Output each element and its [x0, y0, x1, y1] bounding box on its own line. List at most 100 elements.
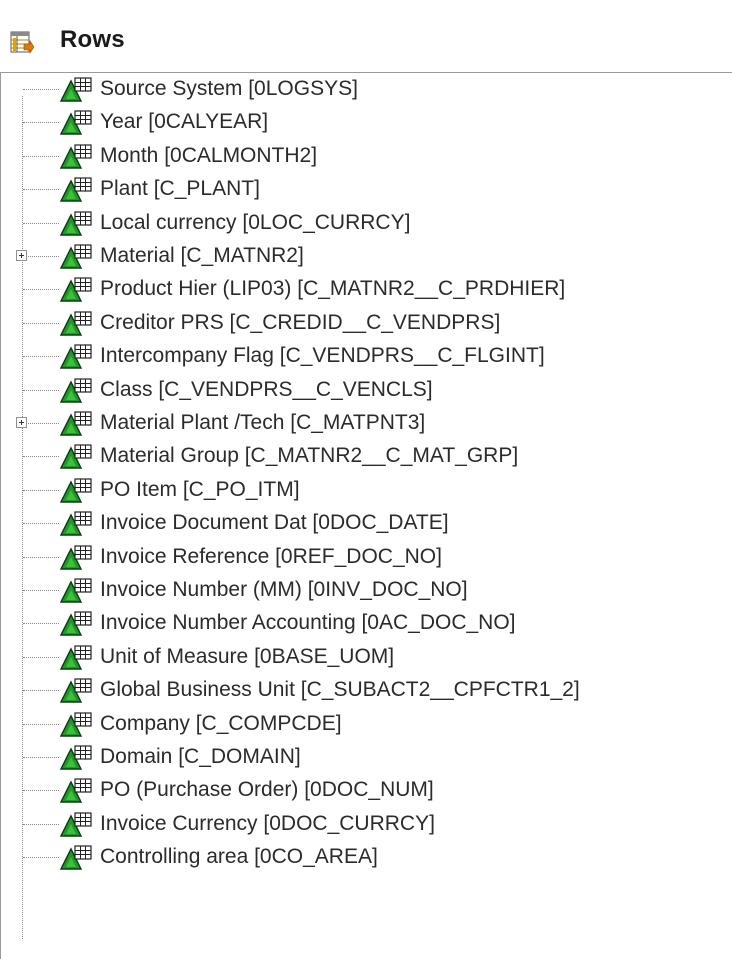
tree-connector-branch: [23, 590, 59, 591]
tree-connector-branch: [23, 757, 59, 758]
dimension-characteristic-icon: [59, 643, 95, 671]
dimension-characteristic-icon: [59, 309, 95, 337]
tree-item[interactable]: Creditor PRS [C_CREDID__C_VENDPRS]: [1, 307, 732, 340]
tree-item-label: Invoice Document Dat [0DOC_DATE]: [100, 511, 449, 535]
tree-connector-branch: [23, 623, 59, 625]
tree-item-label: Product Hier (LIP03) [C_MATNR2__C_PRDHIE…: [100, 277, 566, 301]
dimension-characteristic-icon: [59, 442, 95, 470]
rows-title: Rows: [60, 26, 125, 53]
dimension-characteristic-icon: [59, 175, 95, 203]
tree-item-label: Material [C_MATNR2]: [100, 244, 304, 267]
tree-item[interactable]: Material Group [C_MATNR2__C_MAT_GRP]: [1, 440, 732, 473]
tree-item[interactable]: Year [0CALYEAR]: [1, 106, 732, 139]
dimension-characteristic-icon: [59, 543, 95, 571]
dimension-characteristic-icon: [59, 810, 95, 838]
tree-item-label: Global Business Unit [C_SUBACT2__CPFCTR1…: [100, 678, 580, 702]
tree-item-label: Year [0CALYEAR]: [100, 110, 269, 134]
tree-connector-branch: [23, 790, 59, 792]
tree-item-label: Unit of Measure [0BASE_UOM]: [100, 644, 395, 668]
tree-item-label: Invoice Currency [0DOC_CURRCY]: [100, 811, 435, 835]
dimension-characteristic-icon: [59, 209, 95, 237]
tree-item[interactable]: Intercompany Flag [C_VENDPRS__C_FLGINT]: [1, 340, 732, 373]
dimension-characteristic-icon: [59, 108, 95, 136]
tree-item[interactable]: Unit of Measure [0BASE_UOM]: [1, 641, 732, 674]
tree-connector-branch: [23, 690, 59, 692]
dimension-characteristic-icon: [59, 275, 95, 303]
tree-connector-branch: [23, 456, 59, 458]
tree-connector-branch: [23, 823, 59, 825]
tree-item[interactable]: Source System [0LOGSYS]: [1, 73, 732, 106]
tree-item[interactable]: Invoice Reference [0REF_DOC_NO]: [1, 541, 732, 574]
tree-item[interactable]: PO (Purchase Order) [0DOC_NUM]: [1, 774, 732, 807]
expand-plus-icon[interactable]: [16, 417, 27, 428]
tree-connector-branch: [23, 489, 59, 491]
tree-item-label: Invoice Number (MM) [0INV_DOC_NO]: [100, 578, 468, 601]
dimension-characteristic-icon: [59, 576, 95, 604]
tree-item-label: PO (Purchase Order) [0DOC_NUM]: [100, 778, 434, 802]
tree-item-label: Month [0CALMONTH2]: [100, 143, 318, 167]
rows-panel: Rows Source System [0LOGSYS] Year [0CALYE…: [0, 0, 732, 959]
tree-item[interactable]: PO Item [C_PO_ITM]: [1, 474, 732, 507]
dimension-characteristic-icon: [59, 142, 95, 170]
dimension-characteristic-icon: [59, 743, 95, 771]
dimension-characteristic-icon: [59, 342, 95, 370]
tree-item-label: Invoice Number Accounting [0AC_DOC_NO]: [100, 611, 516, 635]
dimension-characteristic-icon: [59, 710, 95, 738]
tree-item-label: Domain [C_DOMAIN]: [100, 745, 301, 768]
tree-item-label: Creditor PRS [C_CREDID__C_VENDPRS]: [100, 310, 501, 334]
tree-item[interactable]: Material Plant /Tech [C_MATPNT3]: [1, 407, 732, 440]
tree-item[interactable]: Class [C_VENDPRS__C_VENCLS]: [1, 374, 732, 407]
tree-connector-branch: [23, 122, 59, 124]
dimension-characteristic-icon: [59, 242, 95, 270]
tree-item[interactable]: Company [C_COMPCDE]: [1, 708, 732, 741]
tree-item-label: Company [C_COMPCDE]: [100, 711, 342, 735]
tree-item[interactable]: Domain [C_DOMAIN]: [1, 741, 732, 774]
tree-item-label: Local currency [0LOC_CURRCY]: [100, 210, 411, 234]
tree-connector-branch: [23, 356, 59, 358]
tree-item-label: Intercompany Flag [C_VENDPRS__C_FLGINT]: [100, 344, 545, 368]
dimension-characteristic-icon: [59, 376, 95, 404]
tree-item-label: Plant [C_PLANT]: [100, 177, 260, 201]
tree-connector-branch: [23, 189, 59, 191]
tree-item-label: Source System [0LOGSYS]: [100, 77, 358, 100]
tree-item[interactable]: Local currency [0LOC_CURRCY]: [1, 207, 732, 240]
dimension-characteristic-icon: [59, 843, 95, 871]
rows-header: Rows: [0, 0, 732, 72]
tree-item[interactable]: Invoice Number (MM) [0INV_DOC_NO]: [1, 574, 732, 607]
tree-item[interactable]: Global Business Unit [C_SUBACT2__CPFCTR1…: [1, 674, 732, 707]
expand-plus-icon[interactable]: [16, 250, 27, 261]
tree-item-label: Material Group [C_MATNR2__C_MAT_GRP]: [100, 444, 519, 468]
dimension-characteristic-icon: [59, 676, 95, 704]
table-arrow-icon: [10, 30, 35, 56]
dimension-characteristic-icon: [59, 509, 95, 537]
tree-connector-branch: [23, 222, 59, 224]
tree-item[interactable]: Month [0CALMONTH2]: [1, 140, 732, 173]
rows-tree: Source System [0LOGSYS] Year [0CALYEAR] Mo…: [0, 72, 732, 959]
dimension-characteristic-icon: [59, 476, 95, 504]
tree-connector-branch: [23, 155, 59, 157]
tree-item[interactable]: Controlling area [0CO_AREA]: [1, 841, 732, 874]
tree-connector-branch: [23, 289, 59, 291]
tree-item[interactable]: Invoice Currency [0DOC_CURRCY]: [1, 808, 732, 841]
tree-item[interactable]: Plant [C_PLANT]: [1, 173, 732, 206]
tree-connector-branch: [23, 256, 59, 257]
dimension-characteristic-icon: [59, 609, 95, 637]
tree-connector-branch: [23, 656, 59, 658]
tree-connector-branch: [23, 89, 59, 90]
tree-item[interactable]: Invoice Number Accounting [0AC_DOC_NO]: [1, 607, 732, 640]
tree-connector-branch: [23, 322, 59, 324]
tree-connector-branch: [23, 857, 59, 859]
tree-item[interactable]: Invoice Document Dat [0DOC_DATE]: [1, 507, 732, 540]
dimension-characteristic-icon: [59, 776, 95, 804]
tree-item-label: Controlling area [0CO_AREA]: [100, 845, 378, 869]
tree-item[interactable]: Material [C_MATNR2]: [1, 240, 732, 273]
tree-connector-branch: [23, 556, 59, 558]
tree-item[interactable]: Product Hier (LIP03) [C_MATNR2__C_PRDHIE…: [1, 273, 732, 306]
tree-item-label: Invoice Reference [0REF_DOC_NO]: [100, 544, 442, 568]
tree-connector-branch: [23, 423, 59, 424]
tree-connector-branch: [23, 523, 59, 525]
tree-item-label: Material Plant /Tech [C_MATPNT3]: [100, 411, 426, 434]
dimension-characteristic-icon: [59, 75, 95, 103]
tree-item-label: PO Item [C_PO_ITM]: [100, 477, 300, 501]
tree-item-label: Class [C_VENDPRS__C_VENCLS]: [100, 377, 433, 401]
